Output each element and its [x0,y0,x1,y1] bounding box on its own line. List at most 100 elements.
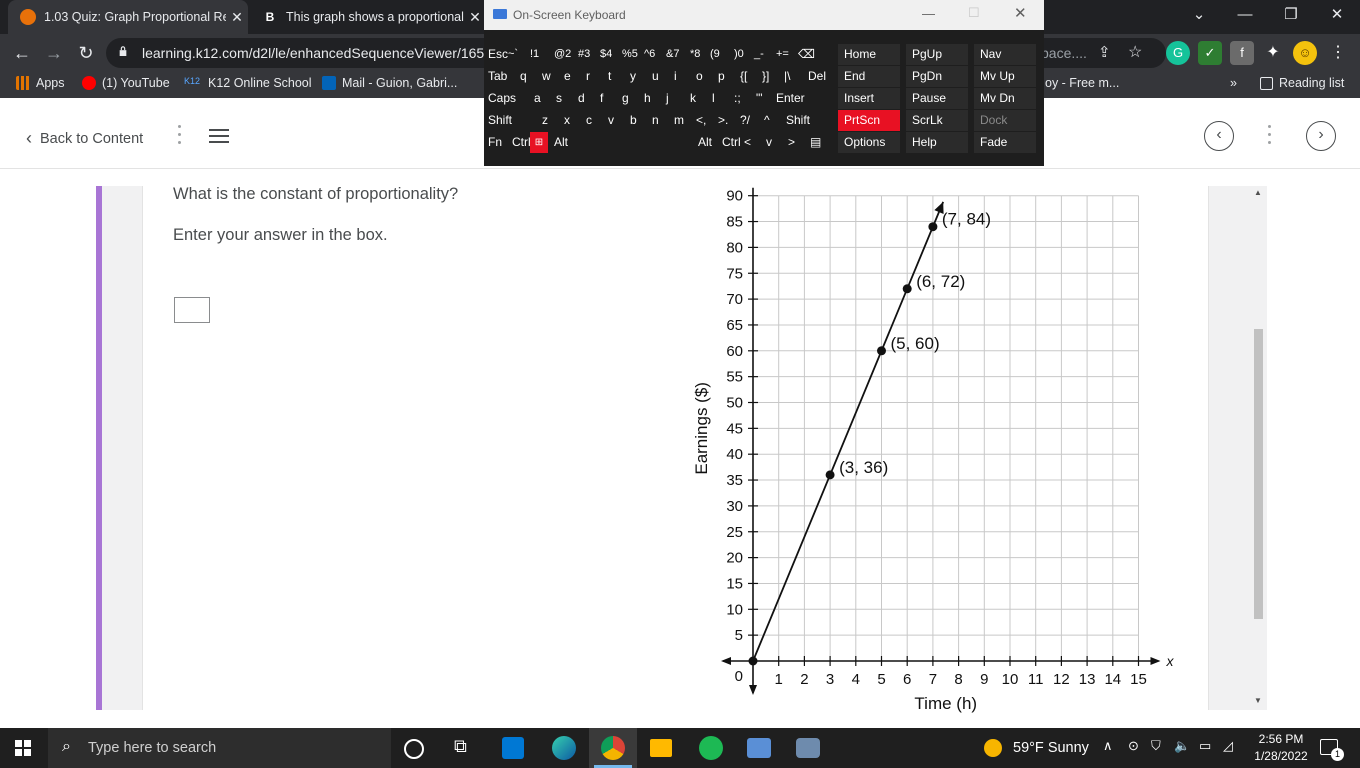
tab-quiz[interactable]: 1.03 Quiz: Graph Proportional Re ✕ [8,0,248,34]
osk-key[interactable]: PrtScn [838,110,900,131]
osk-key[interactable]: g [622,88,640,109]
osk-key[interactable]: _- [754,44,776,65]
osk-key[interactable]: #3 [578,44,600,65]
osk-key[interactable]: {[ [740,66,762,87]
osk-close-button[interactable]: ✕ [1014,4,1027,22]
osk-key[interactable]: Enter [776,88,816,109]
osk-key[interactable]: "' [756,88,778,109]
bookmark-star-icon[interactable]: ☆ [1128,42,1142,62]
osk-key[interactable]: Home [838,44,900,65]
battery-icon[interactable]: ▭ [1199,738,1211,754]
osk-key[interactable]: Tab [488,66,516,87]
osk-key[interactable]: p [718,66,736,87]
menu-kebab-icon[interactable]: ⋮ [1326,41,1350,65]
windows-start-icon[interactable] [15,740,31,756]
osk-key[interactable]: > [788,132,802,153]
previous-button[interactable]: ‹ [1204,121,1234,151]
osk-key[interactable]: ^6 [644,44,666,65]
osk-key[interactable]: Alt [554,132,582,153]
osk-minimize-button[interactable]: — [922,6,935,21]
bookmark-mail[interactable]: Mail - Guion, Gabri... [322,76,457,90]
osk-key[interactable]: v [766,132,780,153]
back-arrow-icon[interactable]: ← [6,34,38,72]
answer-input[interactable] [174,297,210,323]
osk-key[interactable]: Caps [488,88,528,109]
osk-key[interactable]: !1 [530,44,552,65]
show-hidden-icons-icon[interactable]: ∧ [1103,738,1113,754]
osk-key[interactable]: < [744,132,758,153]
osk-key[interactable]: Mv Up [974,66,1036,87]
task-view-icon[interactable]: ⧉ [454,736,478,760]
osk-key[interactable]: >. [718,110,736,131]
close-tab-icon[interactable]: ✕ [226,9,248,26]
scrollbar[interactable]: ▲ ▼ [1251,186,1267,710]
security-shield-icon[interactable]: ⛉ [1151,738,1161,754]
bookmark-apps[interactable]: Apps [16,76,65,90]
osk-key[interactable]: ⊞ [530,132,548,153]
osk-key[interactable]: Ctrl [512,132,532,153]
osk-key[interactable]: (9 [710,44,732,65]
weather-text[interactable]: 59°F Sunny [1013,740,1089,756]
osk-key[interactable]: @2 [554,44,576,65]
camera-icon[interactable] [796,738,820,758]
osk-key[interactable]: ^ [764,110,782,131]
reload-icon[interactable]: ↻ [70,34,102,72]
reading-list-button[interactable]: Reading list [1260,76,1344,90]
osk-key[interactable]: r [586,66,604,87]
volume-icon[interactable]: 🔈 [1174,738,1190,754]
osk-key[interactable]: Dock [974,110,1036,131]
osk-key[interactable]: k [690,88,708,109]
osk-key[interactable]: Esc [488,44,508,65]
osk-titlebar[interactable]: On-Screen Keyboard — ☐ ✕ [484,0,1044,30]
osk-key[interactable]: :; [734,88,756,109]
osk-key[interactable]: n [652,110,670,131]
osk-key[interactable]: o [696,66,714,87]
osk-key[interactable]: v [608,110,626,131]
osk-key[interactable]: Help [906,132,968,153]
minimize-button[interactable]: — [1222,0,1268,30]
osk-key[interactable]: x [564,110,582,131]
share-icon[interactable]: ⇪ [1098,43,1111,61]
osk-key[interactable]: c [586,110,604,131]
osk-key[interactable]: <, [696,110,714,131]
bookmark-k12[interactable]: K12 K12 Online School [184,76,312,90]
tab-search-icon[interactable]: ⌄ [1176,0,1222,30]
osk-key[interactable]: y [630,66,648,87]
osk-key[interactable]: a [534,88,552,109]
osk-key[interactable]: ~` [508,44,528,65]
osk-key[interactable]: Nav [974,44,1036,65]
osk-key[interactable]: j [666,88,684,109]
taskbar-search-box[interactable]: ⌕ Type here to search [48,728,391,768]
meet-now-icon[interactable]: ⊙ [1128,738,1139,754]
osk-key[interactable]: PgDn [906,66,968,87]
osk-key[interactable]: $4 [600,44,622,65]
restore-button[interactable]: ❐ [1268,0,1314,30]
microsoft-store-icon[interactable] [502,737,524,759]
puzzle-extensions-icon[interactable]: ✦ [1261,41,1285,65]
osk-key[interactable]: *8 [690,44,712,65]
osk-key[interactable]: l [712,88,730,109]
osk-maximize-button[interactable]: ☐ [968,5,980,21]
osk-key[interactable]: Del [808,66,838,87]
forward-arrow-icon[interactable]: → [38,34,70,72]
edge-icon[interactable] [552,736,576,760]
osk-key[interactable]: ▤ [810,132,824,153]
osk-key[interactable]: z [542,110,560,131]
osk-key[interactable]: Mv Dn [974,88,1036,109]
wifi-icon[interactable]: ◿ [1223,738,1233,754]
osk-key[interactable]: i [674,66,692,87]
osk-key[interactable]: Insert [838,88,900,109]
osk-key[interactable]: Pause [906,88,968,109]
osk-key[interactable]: End [838,66,900,87]
osk-key[interactable]: Fn [488,132,510,153]
scroll-up-icon[interactable]: ▲ [1254,188,1262,197]
tab-brainly[interactable]: B This graph shows a proportional ✕ [250,0,486,34]
osk-key[interactable]: ⌫ [798,44,820,65]
scroll-down-icon[interactable]: ▼ [1254,696,1262,705]
osk-key[interactable]: Alt [698,132,716,153]
next-button[interactable]: › [1306,121,1336,151]
osk-key[interactable]: += [776,44,798,65]
osk-key[interactable]: Ctrl [722,132,742,153]
bookmark-youtube[interactable]: (1) YouTube [82,76,170,90]
osk-key[interactable]: }] [762,66,780,87]
